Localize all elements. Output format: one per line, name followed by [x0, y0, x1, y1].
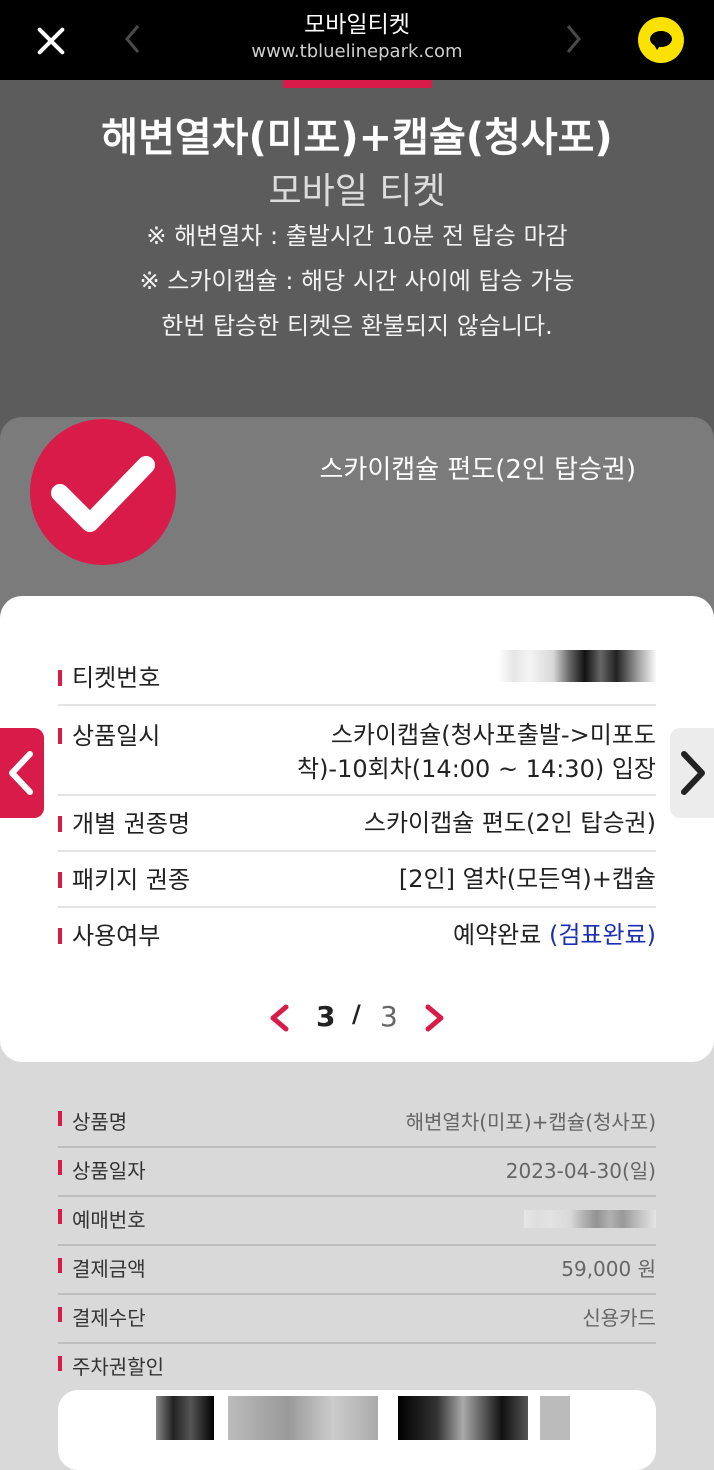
pager-separator: /	[352, 1000, 361, 1028]
info-value: 2023-04-30(일)	[505, 1159, 656, 1183]
title-block: 모바일티켓 www.tbluelinepark.com	[0, 10, 714, 64]
row-value: 예약완료 (검표완료)	[453, 918, 656, 952]
redacted-booking-number	[524, 1210, 656, 1228]
ticket-row-number: 티켓번호	[57, 644, 656, 706]
pager-current: 3	[316, 1000, 336, 1033]
notice-line: ※ 스카이캡슐 : 해당 시간 사이에 탑승 가능	[139, 267, 575, 295]
header-accent-bar	[283, 80, 432, 88]
row-label: 티켓번호	[57, 664, 161, 692]
top-bar: 모바일티켓 www.tbluelinepark.com	[0, 0, 714, 80]
info-value: 신용카드	[582, 1306, 656, 1330]
pager-total: 3	[380, 1000, 398, 1033]
ticket-pager: 3 / 3	[0, 998, 714, 1038]
row-label: 상품일시	[57, 722, 161, 750]
redacted-ticket-number	[498, 650, 656, 682]
info-row-amount: 결제금액 59,000 원	[58, 1245, 656, 1295]
product-subtitle: 모바일 티켓	[268, 171, 446, 212]
ticket-row-usage: 사용여부 예약완료 (검표완료)	[57, 908, 656, 962]
kakao-chat-icon[interactable]	[638, 17, 684, 63]
ticket-row-package: 패키지 권종 [2인] 열차(모든역)+캡슐	[57, 852, 656, 908]
row-value-line2: 착)-10회차(14:00 ~ 14:30) 입장	[296, 755, 656, 783]
row-value: [2인] 열차(모든역)+캡슐	[398, 865, 656, 893]
ticket-row-type: 개별 권종명 스카이캡슐 편도(2인 탑승권)	[57, 796, 656, 852]
info-label: 상품명	[57, 1106, 127, 1135]
row-label: 패키지 권종	[57, 866, 191, 894]
usage-status: 예약완료	[452, 921, 542, 949]
row-value: 스카이캡슐 편도(2인 탑승권)	[363, 809, 656, 837]
redacted-barcode	[398, 1396, 528, 1440]
row-label: 개별 권종명	[57, 810, 191, 838]
checkmark-icon	[30, 419, 176, 565]
chevron-right-icon[interactable]	[566, 24, 582, 54]
info-row-product: 상품명 해변열차(미포)+캡슐(청사포)	[57, 1098, 656, 1148]
info-row-date: 상품일자 2023-04-30(일)	[58, 1147, 656, 1197]
info-row-parking: 주차권할인	[58, 1343, 656, 1391]
pager-prev-icon[interactable]	[268, 1004, 290, 1036]
info-row-booking-number: 예매번호	[58, 1196, 656, 1246]
barcode-card	[58, 1390, 656, 1470]
redacted-barcode	[540, 1396, 570, 1440]
product-title: 해변열차(미포)+캡슐(청사포)	[101, 115, 613, 161]
info-row-payment: 결제수단 신용카드	[58, 1294, 656, 1344]
app-url: www.tbluelinepark.com	[251, 41, 463, 62]
redacted-barcode	[156, 1396, 214, 1440]
ticket-type-name: 스카이캡슐 편도(2인 탑승권)	[319, 455, 636, 485]
kakao-bubble-tail	[653, 43, 662, 50]
info-label: 결제금액	[58, 1253, 146, 1282]
row-label: 사용여부	[57, 922, 161, 950]
info-label: 예매번호	[58, 1204, 146, 1233]
notice-line: 한번 탑승한 티켓은 환불되지 않습니다.	[161, 312, 553, 340]
info-label: 상품일자	[58, 1155, 146, 1184]
prev-ticket-button[interactable]	[0, 728, 44, 818]
ticket-header: 해변열차(미포)+캡슐(청사포) 모바일 티켓 ※ 해변열차 : 출발시간 10…	[0, 80, 714, 440]
info-value: 59,000 원	[561, 1257, 656, 1281]
info-label: 주차권할인	[58, 1351, 164, 1380]
pager-next-icon[interactable]	[424, 1004, 446, 1036]
info-value: 해변열차(미포)+캡슐(청사포)	[405, 1110, 656, 1134]
notice-line: ※ 해변열차 : 출발시간 10분 전 탑승 마감	[146, 222, 568, 250]
row-value-line1: 스카이캡슐(청사포출발->미포도	[330, 721, 656, 749]
app-title: 모바일티켓	[304, 12, 410, 38]
info-label: 결제수단	[58, 1302, 146, 1331]
check-status: (검표완료)	[548, 921, 656, 949]
redacted-barcode	[228, 1396, 378, 1440]
ticket-row-datetime: 상품일시 스카이캡슐(청사포출발->미포도 착)-10회차(14:00 ~ 14…	[57, 706, 656, 796]
next-ticket-button[interactable]	[670, 728, 714, 818]
